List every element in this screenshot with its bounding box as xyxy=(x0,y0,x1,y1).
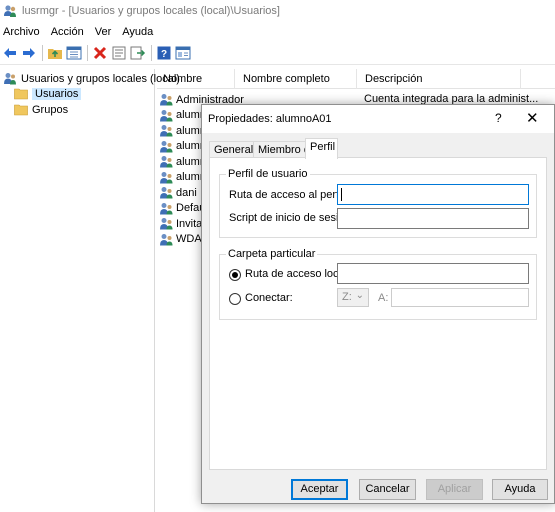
close-icon[interactable]: ✕ xyxy=(526,109,539,127)
toolbar-separator xyxy=(42,44,43,61)
user-name: dani xyxy=(176,186,197,199)
forward-icon[interactable] xyxy=(21,45,37,61)
tree-item-grupos[interactable]: Grupos xyxy=(14,102,68,117)
chevron-down-icon: ⌄ xyxy=(355,290,364,301)
column-header-descripcion[interactable]: Descripción xyxy=(365,73,422,85)
profile-path-label: Ruta de acceso al perfil: xyxy=(229,189,348,201)
text-caret xyxy=(341,188,342,201)
show-hide-tree-icon[interactable] xyxy=(66,45,82,61)
local-path-field[interactable] xyxy=(337,263,529,284)
user-icon xyxy=(160,233,173,245)
menu-archivo[interactable]: Archivo xyxy=(3,26,40,38)
delete-icon[interactable] xyxy=(92,45,108,61)
dialog-titlebar: Propiedades: alumnoA01 ? ✕ xyxy=(202,105,554,133)
tab-miembro-de[interactable]: Miembro de xyxy=(253,141,316,158)
tree-item-label: Grupos xyxy=(32,103,69,116)
group-perfil-usuario: Perfil de usuario Ruta de acceso al perf… xyxy=(219,168,537,238)
tree-item-label: Usuarios xyxy=(32,87,82,100)
user-icon xyxy=(160,187,173,199)
up-folder-icon[interactable] xyxy=(47,45,63,61)
drive-select[interactable]: Z: ⌄ xyxy=(337,288,369,307)
drive-select-value: Z: xyxy=(342,291,352,303)
cancel-button[interactable]: Cancelar xyxy=(359,479,416,500)
user-icon xyxy=(160,156,173,168)
tree-pane: Usuarios y grupos locales (local) Usuari… xyxy=(0,69,180,512)
user-icon xyxy=(160,140,173,152)
window-titlebar: lusrmgr - [Usuarios y grupos locales (lo… xyxy=(0,0,555,22)
user-name: Invita xyxy=(176,217,203,230)
window-title: lusrmgr - [Usuarios y grupos locales (lo… xyxy=(22,5,280,17)
tree-item-usuarios[interactable]: Usuarios xyxy=(14,86,82,101)
toolbar: ? xyxy=(0,41,555,65)
tab-perfil[interactable]: Perfil xyxy=(305,138,338,159)
user-icon xyxy=(160,218,173,230)
user-icon xyxy=(160,171,173,183)
menu-ver[interactable]: Ver xyxy=(95,26,112,38)
dialog-title: Propiedades: alumnoA01 xyxy=(208,113,332,125)
back-icon[interactable] xyxy=(2,45,18,61)
properties-dialog: Propiedades: alumnoA01 ? ✕ General Miemb… xyxy=(201,104,555,504)
help-question-icon[interactable]: ? xyxy=(495,111,502,125)
toolbar-separator xyxy=(151,44,152,61)
folder-icon xyxy=(14,104,28,116)
column-divider[interactable] xyxy=(356,69,357,89)
logon-script-label: Script de inicio de sesión: xyxy=(229,212,354,224)
users-groups-icon xyxy=(4,73,16,85)
help-button[interactable]: Ayuda xyxy=(492,479,548,500)
perfil-panel: Perfil de usuario Ruta de acceso al perf… xyxy=(209,157,547,470)
table-row[interactable]: alumn xyxy=(159,154,206,169)
connect-to-field[interactable] xyxy=(391,288,529,307)
users-app-icon xyxy=(4,5,16,17)
local-path-radio[interactable] xyxy=(229,269,241,281)
user-icon xyxy=(160,202,173,214)
table-row[interactable]: alumn xyxy=(159,123,206,138)
list-header: Nombre Nombre completo Descripción xyxy=(157,69,555,89)
group-label: Carpeta particular xyxy=(226,248,318,260)
group-label: Perfil de usuario xyxy=(226,168,310,180)
column-header-nombre-completo[interactable]: Nombre completo xyxy=(243,73,330,85)
console-view-icon[interactable] xyxy=(175,45,191,61)
table-row[interactable]: alumn xyxy=(159,170,206,185)
table-row[interactable]: Invita xyxy=(159,216,202,231)
column-divider[interactable] xyxy=(520,69,521,89)
toolbar-separator xyxy=(87,44,88,61)
column-divider[interactable] xyxy=(234,69,235,89)
ok-button[interactable]: Aceptar xyxy=(291,479,348,500)
column-header-nombre[interactable]: Nombre xyxy=(163,73,202,85)
tab-general[interactable]: General xyxy=(209,141,254,158)
logon-script-field[interactable] xyxy=(337,208,529,229)
profile-path-field[interactable] xyxy=(337,184,529,205)
apply-button[interactable]: Aplicar xyxy=(426,479,483,500)
properties-icon[interactable] xyxy=(111,45,127,61)
tree-root[interactable]: Usuarios y grupos locales (local) xyxy=(3,71,180,86)
menu-accion[interactable]: Acción xyxy=(51,26,84,38)
menu-ayuda[interactable]: Ayuda xyxy=(122,26,153,38)
user-icon xyxy=(160,125,173,137)
export-list-icon[interactable] xyxy=(130,45,146,61)
connect-label: Conectar: xyxy=(245,292,293,304)
table-row[interactable]: alumn xyxy=(159,108,206,123)
table-row[interactable]: dani xyxy=(159,185,197,200)
folder-icon xyxy=(14,88,28,100)
table-row[interactable]: Defau xyxy=(159,201,205,216)
user-icon xyxy=(160,109,173,121)
local-path-label: Ruta de acceso local: xyxy=(245,268,351,280)
group-carpeta-particular: Carpeta particular Ruta de acceso local:… xyxy=(219,248,537,320)
svg-text:?: ? xyxy=(161,49,167,60)
table-row[interactable]: alumn xyxy=(159,139,206,154)
user-icon xyxy=(160,94,173,106)
connect-radio[interactable] xyxy=(229,293,241,305)
to-label: A: xyxy=(378,292,389,304)
help-icon[interactable]: ? xyxy=(156,45,172,61)
menu-bar: Archivo Acción Ver Ayuda xyxy=(0,23,555,40)
